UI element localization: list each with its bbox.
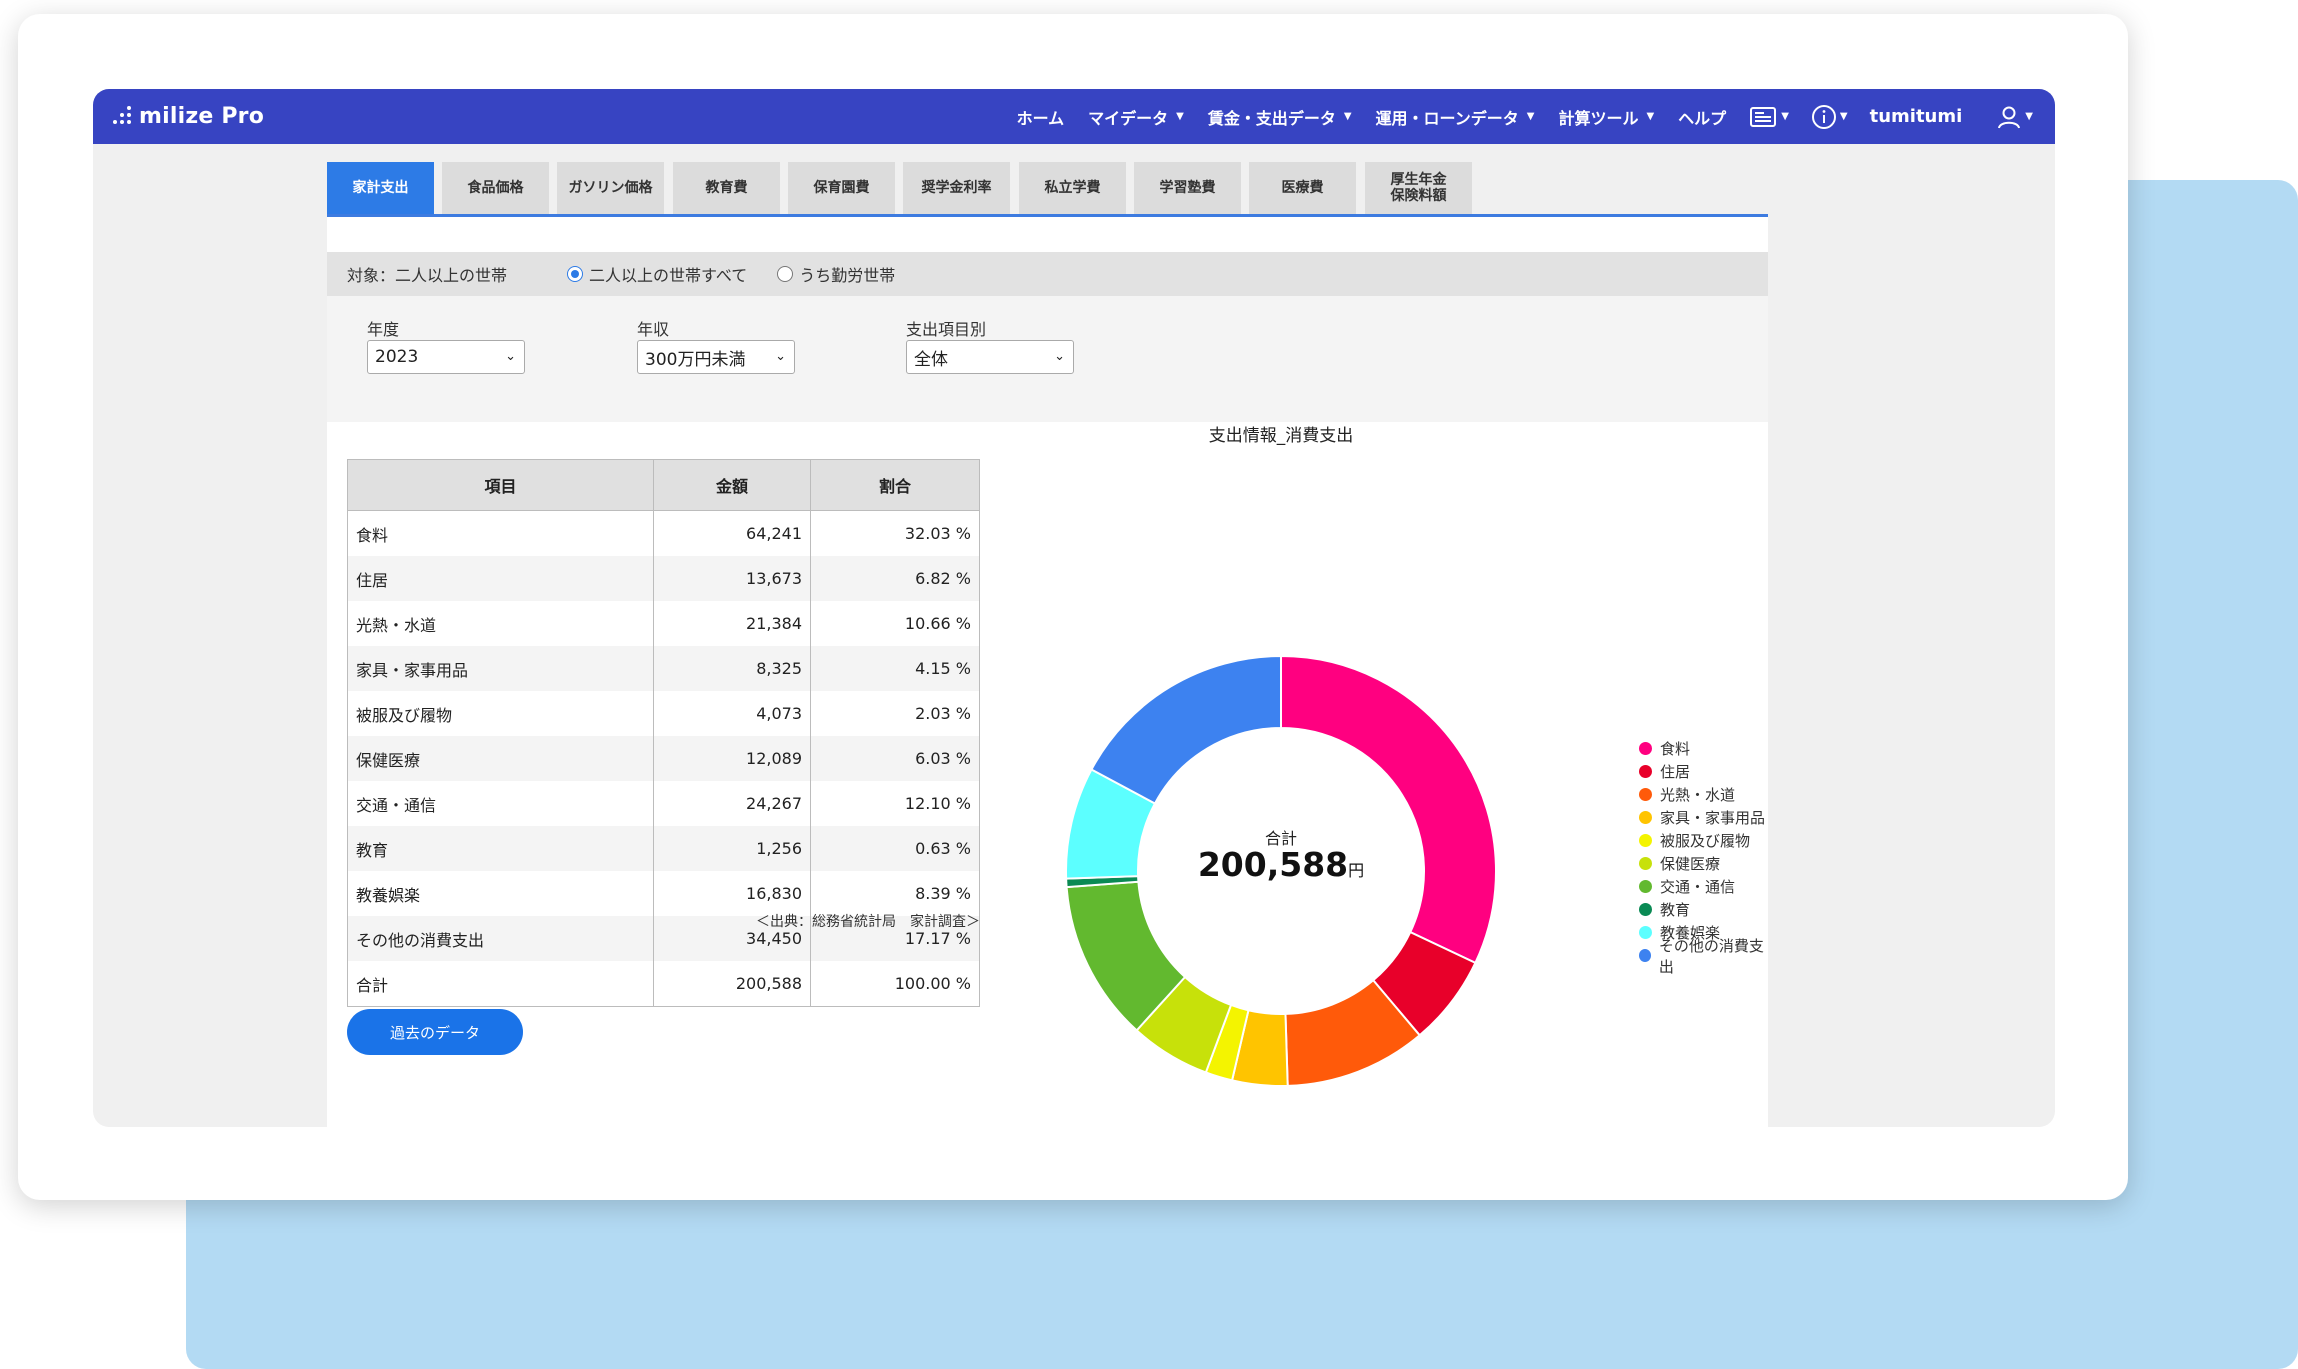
info-icon [1811,104,1836,129]
nav-investment-loan-data[interactable]: 運用・ローンデータ ▼ [1376,105,1535,129]
caret-down-icon: ▼ [1781,111,1789,122]
chart-total-unit: 円 [1348,861,1365,880]
nav-calc-tools[interactable]: 計算ツール ▼ [1558,105,1654,129]
legend-item[interactable]: 交通・通信 [1639,875,1768,898]
legend-swatch [1639,834,1652,847]
newspaper-icon [1750,106,1777,127]
legend-label: 交通・通信 [1660,878,1736,896]
nav-label: マイデータ [1088,108,1169,128]
nav-help[interactable]: ヘルプ [1678,105,1726,129]
nav-wage-expense-data[interactable]: 賃金・支出データ ▼ [1208,105,1352,129]
legend-label: 保健医療 [1660,855,1721,873]
user-name[interactable]: tumitumi [1870,106,1963,127]
top-navigation-bar: milize Pro ホーム マイデータ ▼ 賃金・支出データ ▼ 運用・ローンデー… [93,89,2055,144]
caret-down-icon: ▼ [1839,111,1848,122]
legend-swatch [1639,880,1652,893]
legend-label: 家具・家事用品 [1660,809,1766,827]
caret-down-icon: ▼ [1343,111,1352,122]
legend-item[interactable]: 住居 [1639,760,1768,783]
caret-down-icon: ▼ [1526,111,1535,122]
legend-label: 食料 [1660,740,1691,758]
legend-item[interactable]: 家具・家事用品 [1639,806,1768,829]
user-icon [1998,106,2021,128]
donut-chart [1065,654,1498,1087]
legend-label: 住居 [1660,763,1691,781]
legend-label: 光熱・水道 [1660,786,1736,804]
donut-slice[interactable] [1280,654,1498,965]
legend-swatch [1639,765,1652,778]
legend-item[interactable]: その他の消費支出 [1639,937,1768,976]
caret-down-icon: ▼ [1176,111,1184,122]
nav-home[interactable]: ホーム [1017,105,1065,129]
legend-swatch [1639,857,1652,870]
chart-title: 支出情報_消費支出 [1208,426,1354,446]
caret-down-icon: ▼ [2025,111,2033,122]
legend-swatch [1639,788,1652,801]
legend-label: 教育 [1660,901,1691,919]
legend-swatch [1639,811,1652,824]
legend-swatch [1639,949,1651,962]
chart-total-value: 200,588 [1197,845,1349,884]
legend-label: 被服及び履物 [1660,832,1751,850]
nav-label: 運用・ローンデータ [1375,108,1519,128]
news-menu[interactable]: ▼ [1750,106,1789,128]
user-menu[interactable]: ▼ [1996,104,2033,130]
donut-slice[interactable] [1090,654,1282,805]
app-window: milize Pro ホーム マイデータ ▼ 賃金・支出データ ▼ 運用・ローンデー… [93,89,2055,1127]
legend-swatch [1639,926,1652,939]
caret-down-icon: ▼ [1646,111,1655,122]
chart-center-total: 200,588円 [1181,845,1381,884]
main-content: 家計支出 食品価格 ガソリン価格 教育費 保育園費 奨学金利率 私立学費 学習塾… [327,159,1768,1127]
legend-swatch [1639,742,1652,755]
main-nav: ホーム マイデータ ▼ 賃金・支出データ ▼ 運用・ローンデータ ▼ 計算ツール ▼ ヘ… [1017,89,2055,144]
legend-item[interactable]: 食料 [1639,737,1768,760]
legend-item[interactable]: 教育 [1639,898,1768,921]
nav-label: ヘルプ [1678,108,1727,128]
logo-text: milize Pro [139,103,265,129]
nav-my-data[interactable]: マイデータ ▼ [1088,105,1184,129]
legend-item[interactable]: 被服及び履物 [1639,829,1768,852]
logo[interactable]: milize Pro [111,99,264,133]
chart-legend: 食料 住居 光熱・水道 家具・家事用品 被服及び履物 保健医療 交通・通信 教育 教養娯楽 その他… [1639,737,1768,976]
info-menu[interactable]: ▼ [1811,104,1848,130]
logo-dots-icon [111,105,133,127]
legend-item[interactable]: 光熱・水道 [1639,783,1768,806]
nav-label: 賃金・支出データ [1207,108,1336,128]
legend-label: その他の消費支出 [1658,936,1764,976]
legend-item[interactable]: 保健医療 [1639,852,1768,875]
legend-swatch [1639,903,1652,916]
nav-label: ホーム [1016,108,1065,128]
nav-label: 計算ツール [1558,108,1639,128]
